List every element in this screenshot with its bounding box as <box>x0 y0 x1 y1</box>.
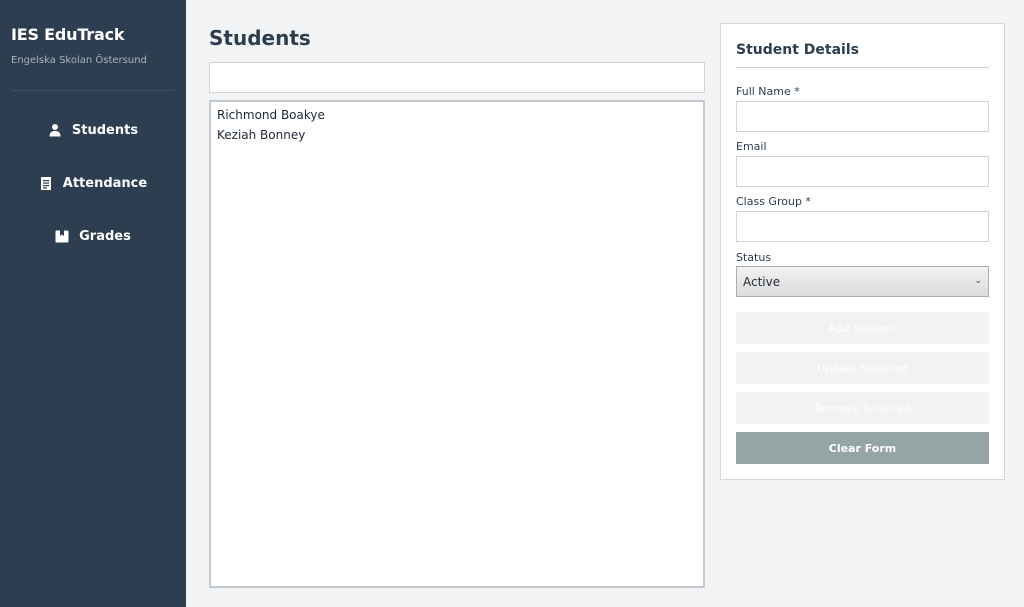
sidebar-item-grades[interactable]: Grades <box>0 221 186 251</box>
sidebar-item-label: Grades <box>79 228 131 244</box>
panel-divider <box>736 67 989 68</box>
email-field[interactable] <box>736 156 989 187</box>
full-name-field[interactable] <box>736 101 989 132</box>
clear-form-button[interactable]: Clear Form <box>736 432 989 464</box>
status-select[interactable]: Active ⌄ <box>736 266 989 297</box>
grades-icon <box>55 229 69 243</box>
class-group-field[interactable] <box>736 211 989 242</box>
panel-title: Student Details <box>736 42 859 58</box>
school-name: Engelska Skolan Östersund <box>11 55 147 66</box>
sidebar-item-attendance[interactable]: Attendance <box>0 168 186 198</box>
update-selected-button[interactable]: Update Selected <box>736 352 989 384</box>
sidebar-item-label: Attendance <box>62 175 148 191</box>
sidebar-item-students[interactable]: Students <box>0 115 186 145</box>
email-label: Email <box>736 140 767 153</box>
list-item[interactable]: Keziah Bonney <box>211 125 703 145</box>
list-item[interactable]: Richmond Boakye <box>211 105 703 125</box>
sidebar-divider <box>11 90 175 91</box>
chevron-down-icon: ⌄ <box>974 276 982 286</box>
user-icon <box>48 123 62 137</box>
class-group-label: Class Group * <box>736 195 811 208</box>
sidebar: IES EduTrack Engelska Skolan Östersund S… <box>0 0 186 607</box>
student-list[interactable]: Richmond Boakye Keziah Bonney <box>209 100 705 588</box>
add-student-button[interactable]: Add Student <box>736 312 989 344</box>
remove-selected-button[interactable]: Remove Selected <box>736 392 989 424</box>
status-label: Status <box>736 251 772 264</box>
status-value: Active <box>743 274 781 289</box>
full-name-label: Full Name * <box>736 85 800 98</box>
app-title: IES EduTrack <box>11 25 125 44</box>
sidebar-item-label: Students <box>71 122 139 138</box>
student-details-panel: Student Details Full Name * Email Class … <box>720 23 1005 480</box>
app-window: IES EduTrack Engelska Skolan Östersund S… <box>0 0 1024 607</box>
page-title: Students <box>209 26 311 50</box>
search-input[interactable] <box>209 62 705 93</box>
clipboard-icon <box>39 176 53 190</box>
